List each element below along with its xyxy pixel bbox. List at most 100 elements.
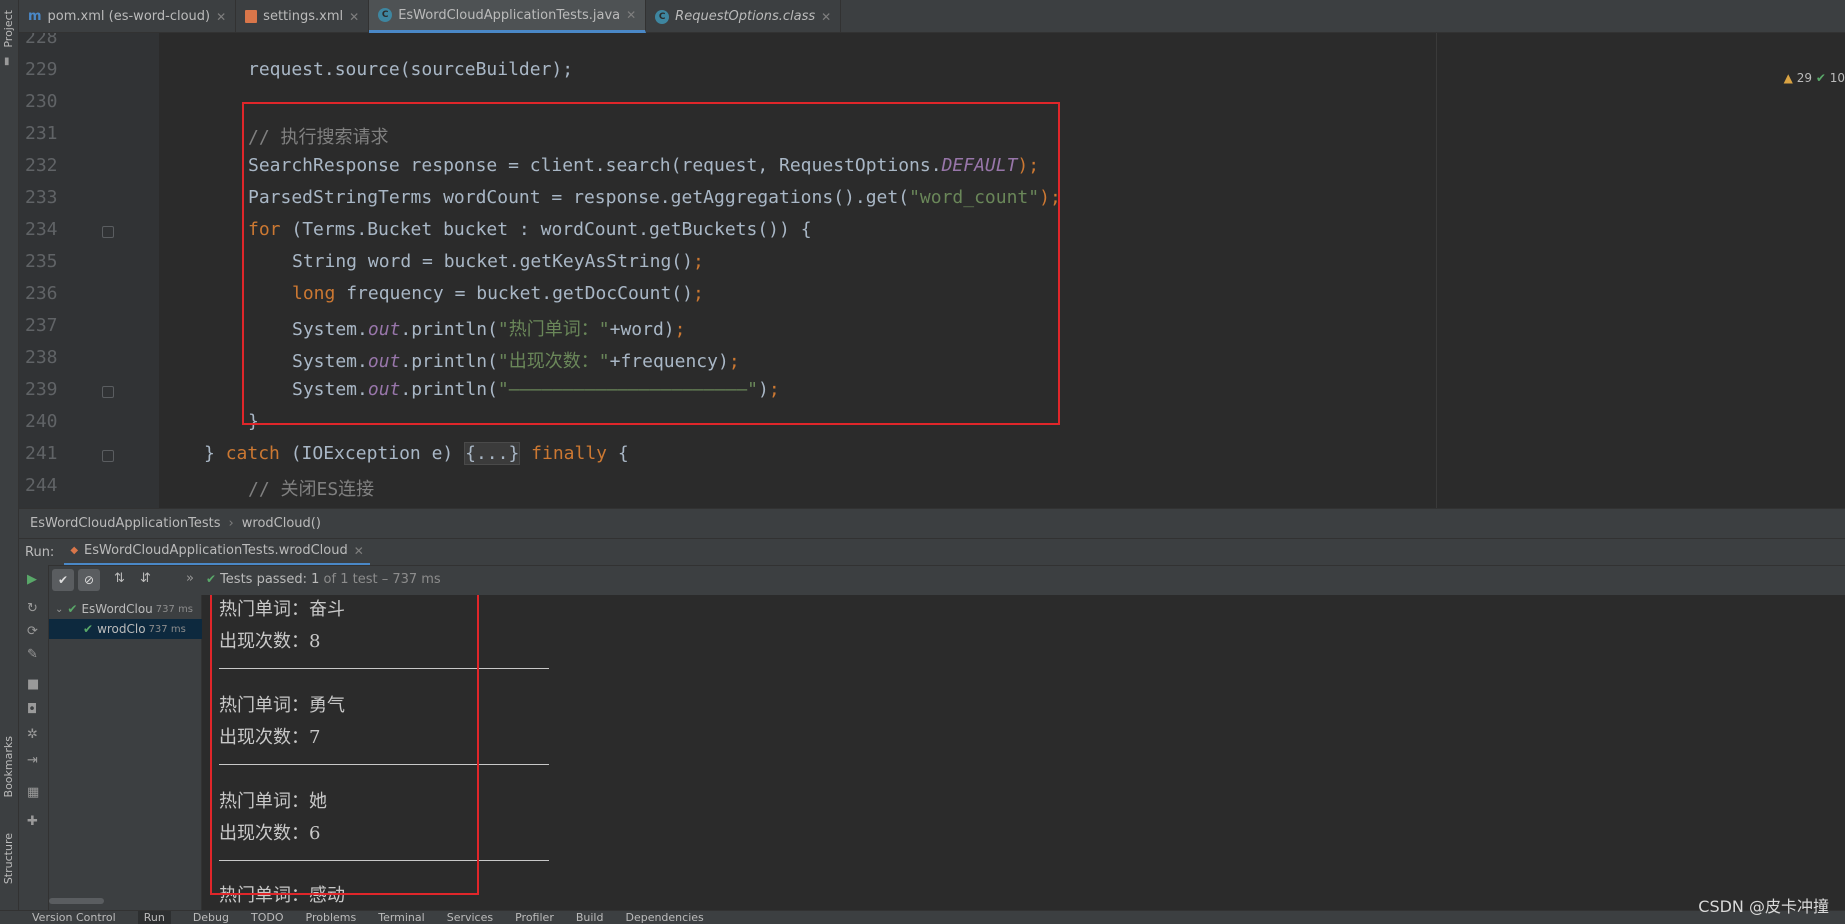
wrench-icon[interactable]: ✎ — [27, 648, 38, 661]
line-number: 234 — [25, 219, 58, 240]
left-tool-strip: Project ▮ Bookmarks Structure — [0, 0, 19, 924]
fold-marker-icon[interactable] — [102, 386, 114, 398]
editor-tab-bar: m pom.xml (es-word-cloud) ✕ settings.xml… — [19, 0, 1845, 33]
tool-tab-version-control[interactable]: Version Control — [32, 911, 116, 924]
rerun-failed-icon[interactable]: ↻ — [27, 602, 38, 615]
run-side-toolbar: ▶ ↻ ⟳ ✎ ■ ◘ ✲ ⇥ ▦ ✚ — [19, 565, 49, 910]
line-number: 229 — [25, 59, 58, 80]
check-icon: ✔ — [206, 572, 217, 586]
test-tree-item-class[interactable]: ⌄ ✔ EsWordClou 737 ms — [49, 599, 202, 619]
folded-code-placeholder[interactable]: {...} — [464, 442, 521, 465]
run-tool-header: Run: ◆ EsWordCloudApplicationTests.wrodC… — [19, 538, 1845, 566]
check-icon: ✔ — [1815, 71, 1826, 85]
test-time: 737 ms — [148, 623, 186, 635]
test-name: EsWordClou — [81, 602, 153, 616]
line-number: 236 — [25, 283, 58, 304]
rerun-icon[interactable]: ▶ — [27, 573, 37, 586]
bottom-tool-tabs: Version Control Run Debug TODO Problems … — [0, 910, 1845, 924]
chevron-right-icon: › — [228, 516, 234, 531]
run-label: Run: — [25, 544, 55, 560]
code-keyword: catch — [225, 443, 280, 464]
bookmarks-tool-button[interactable]: Bookmarks — [2, 736, 15, 797]
test-status-detail: of 1 test – 737 ms — [323, 572, 441, 587]
check-icon: ✔ — [83, 622, 94, 636]
close-icon[interactable]: ✕ — [349, 10, 359, 24]
tool-tab-debug[interactable]: Debug — [193, 911, 229, 924]
check-icon: ✔ — [67, 602, 78, 616]
test-status: ✔ Tests passed: 1 of 1 test – 737 ms — [206, 572, 441, 587]
tab-label: settings.xml — [263, 9, 344, 24]
horizontal-scrollbar[interactable] — [49, 898, 104, 904]
check-count: 10 — [1829, 71, 1845, 85]
breadcrumb-method[interactable]: wrodCloud() — [242, 516, 321, 531]
code-editor[interactable]: 228 229 230 231 232 233 234 235 236 237 … — [19, 33, 1845, 508]
tab-requestoptions-class[interactable]: C RequestOptions.class ✕ — [646, 0, 842, 33]
tool-tab-dependencies[interactable]: Dependencies — [625, 911, 703, 924]
xml-icon — [245, 10, 258, 23]
code-line-244: // 关闭ES连接 — [248, 475, 374, 501]
pin-icon[interactable]: ✚ — [27, 815, 38, 828]
highlight-box-output — [210, 595, 479, 895]
fold-marker-icon[interactable] — [102, 226, 114, 238]
stop-icon[interactable]: ■ — [27, 678, 39, 691]
breadcrumb-class[interactable]: EsWordCloudApplicationTests — [30, 516, 221, 531]
test-status-count: 1 — [311, 572, 320, 587]
right-margin-guide — [1436, 33, 1437, 508]
breadcrumb: EsWordCloudApplicationTests › wrodCloud(… — [19, 508, 1845, 538]
test-tree: ⌄ ✔ EsWordClou 737 ms ✔ wrodClo 737 ms — [49, 595, 202, 910]
close-icon[interactable]: ✕ — [821, 10, 831, 24]
watermark: CSDN @皮卡冲撞 — [1698, 897, 1829, 916]
line-number: 241 — [25, 443, 58, 464]
fold-marker-icon[interactable] — [102, 450, 114, 462]
run-config-icon: ◆ — [70, 545, 79, 556]
project-tool-button[interactable]: Project — [2, 10, 15, 48]
show-ignored-toggle-icon[interactable]: ⊘ — [78, 569, 100, 591]
code-keyword: finally — [531, 443, 607, 464]
debug-icon[interactable]: ✲ — [27, 728, 38, 741]
sort-duration-icon[interactable]: ⇵ — [140, 571, 151, 586]
java-class-icon: C — [378, 8, 393, 22]
tab-settings-xml[interactable]: settings.xml ✕ — [236, 0, 370, 33]
tab-label: EsWordCloudApplicationTests.java — [398, 7, 621, 23]
structure-tool-button[interactable]: Structure — [2, 833, 15, 884]
line-number: 228 — [25, 33, 58, 48]
warning-count: 29 — [1796, 71, 1812, 85]
tab-eswordcloud-tests[interactable]: C EsWordCloudApplicationTests.java ✕ — [369, 0, 647, 33]
sort-alpha-icon[interactable]: ⇅ — [114, 571, 125, 586]
show-passed-toggle-icon[interactable]: ✔ — [52, 569, 74, 591]
tab-pom-xml[interactable]: m pom.xml (es-word-cloud) ✕ — [19, 0, 237, 33]
close-icon[interactable]: ✕ — [626, 8, 636, 22]
line-number: 235 — [25, 251, 58, 272]
tool-tab-problems[interactable]: Problems — [306, 911, 357, 924]
tool-tab-terminal[interactable]: Terminal — [378, 911, 425, 924]
code-text: request.source(sourceBuilder); — [248, 59, 574, 80]
toggle-auto-test-icon[interactable]: ⟳ — [27, 625, 38, 638]
close-icon[interactable]: ✕ — [216, 10, 226, 24]
inspection-widget[interactable]: ▲ 29 ✔ 10 — [1784, 71, 1845, 85]
code-line-229: request.source(sourceBuilder); — [248, 59, 573, 80]
tool-tab-todo[interactable]: TODO — [251, 911, 284, 924]
code-text: { — [607, 443, 629, 464]
line-gutter: 228 229 230 231 232 233 234 235 236 237 … — [19, 33, 159, 508]
line-number: 240 — [25, 411, 58, 432]
code-text: } — [204, 443, 226, 464]
tool-tab-build[interactable]: Build — [576, 911, 604, 924]
tool-tab-run[interactable]: Run — [137, 911, 171, 924]
chevron-down-icon[interactable]: ⌄ — [55, 604, 63, 615]
more-actions-icon[interactable]: » — [186, 571, 194, 586]
console-output[interactable]: 热门单词：奋斗 出现次数：8 热门单词：勇气 出现次数：7 热门单词：她 出现次… — [202, 595, 1845, 910]
warning-icon: ▲ — [1783, 71, 1793, 85]
test-name: wrodClo — [97, 622, 146, 636]
tool-tab-services[interactable]: Services — [447, 911, 493, 924]
tool-tab-profiler[interactable]: Profiler — [515, 911, 554, 924]
highlight-box-code — [242, 102, 1060, 425]
close-icon[interactable]: ✕ — [354, 544, 364, 558]
run-config-tab[interactable]: ◆ EsWordCloudApplicationTests.wrodCloud … — [64, 539, 370, 566]
exit-icon[interactable]: ⇥ — [27, 754, 38, 767]
test-tree-item-method[interactable]: ✔ wrodClo 737 ms — [49, 619, 202, 639]
line-number: 239 — [25, 379, 58, 400]
layout-icon[interactable]: ▦ — [27, 786, 39, 799]
class-file-icon: C — [655, 9, 670, 24]
camera-icon[interactable]: ◘ — [27, 703, 37, 716]
maven-icon: m — [28, 9, 42, 24]
